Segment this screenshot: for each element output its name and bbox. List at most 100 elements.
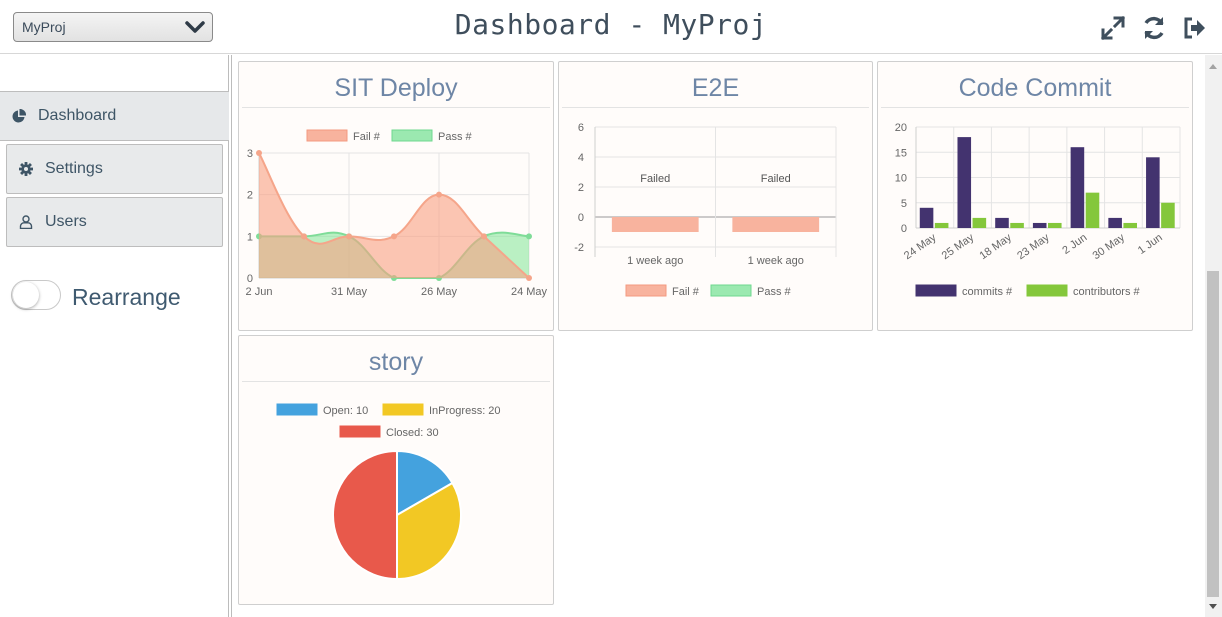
pie-slice-closed: [332, 449, 398, 581]
y-tick-label: 2: [247, 190, 253, 202]
rearrange-label: Rearrange: [72, 284, 181, 310]
bar-contributors: [1161, 202, 1175, 228]
x-tick-label: 2 Jun: [1060, 232, 1089, 257]
bar-contributors: [1085, 192, 1100, 228]
legend-fail-swatch: [625, 284, 667, 297]
y-tick-label: 1: [247, 231, 253, 243]
legend-inprogress-swatch: [382, 403, 424, 416]
legend-contributors-label: contributors #: [1073, 286, 1141, 298]
gear-icon: [19, 162, 33, 176]
bar-contributors: [1123, 222, 1137, 228]
data-point-fail: [391, 233, 397, 240]
y-tick-label: 6: [578, 122, 584, 134]
data-point-fail: [436, 191, 442, 198]
legend-open-label: Open: 10: [323, 405, 368, 417]
scroll-up-arrow[interactable]: [1209, 64, 1217, 69]
x-tick-label: 25 May: [940, 231, 977, 262]
bar-commits: [1146, 157, 1160, 228]
legend-commits-swatch: [915, 284, 957, 297]
sidebar-item-settings[interactable]: Settings: [6, 144, 223, 194]
vertical-scrollbar[interactable]: [1205, 55, 1222, 617]
legend-open-swatch: [276, 403, 318, 416]
legend-pass-label: Pass #: [757, 286, 792, 298]
sidebar-item-label: Settings: [45, 160, 103, 177]
y-tick-label: 3: [247, 148, 253, 160]
x-tick-label: 24 May: [902, 231, 939, 262]
sidebar-item-users[interactable]: Users: [6, 197, 223, 247]
x-tick-label: 24 May: [511, 286, 548, 298]
page-title: Dashboard - MyProj: [454, 8, 768, 41]
y-tick-label: 10: [895, 173, 907, 185]
user-icon: [19, 215, 33, 229]
sidebar-item-dashboard[interactable]: Dashboard: [0, 91, 229, 141]
y-tick-label: 20: [895, 122, 907, 134]
bar-commits: [1032, 222, 1047, 228]
e2e-chart: -2 0 2 4 6 1 week ago Failed 1 week ago Failed Fa…: [574, 122, 837, 298]
y-tick-label: 2: [578, 182, 584, 194]
sidebar: Dashboard Settings Users Rearrange: [0, 55, 229, 617]
scroll-thumb[interactable]: [1207, 271, 1219, 597]
y-tick-label: 0: [578, 212, 584, 224]
bar-fail: [732, 217, 820, 232]
rearrange-toggle[interactable]: [11, 280, 61, 310]
bar-fail: [611, 217, 699, 232]
y-tick-label: 15: [895, 147, 907, 159]
y-tick-label: 4: [578, 152, 584, 164]
bar-commits: [957, 137, 972, 228]
x-tick-label: 1 Jun: [1136, 232, 1165, 257]
top-header: MyProj Dashboard - MyProj: [0, 0, 1222, 54]
sidebar-divider: [231, 55, 232, 617]
legend-fail-label: Fail #: [353, 131, 381, 143]
x-tick-label: 18 May: [977, 231, 1014, 262]
legend-contributors-swatch: [1026, 284, 1068, 297]
legend-inprogress-label: InProgress: 20: [429, 405, 501, 417]
toggle-knob: [13, 282, 39, 308]
legend-closed-label: Closed: 30: [386, 427, 439, 439]
x-tick-label: 1 week ago: [627, 255, 683, 267]
legend-pass-swatch: [391, 129, 433, 142]
y-tick-label: -2: [574, 242, 584, 254]
data-label: Failed: [761, 173, 791, 185]
scroll-down-arrow[interactable]: [1209, 604, 1217, 609]
panel-sit-deploy[interactable]: SIT Deploy Fail # Pass #0 1 2 3 2 Jun 31 May 26…: [238, 61, 554, 331]
data-point-fail: [301, 233, 307, 240]
story-chart: Open: 10 InProgress: 20 Closed: 30: [276, 403, 501, 581]
x-tick-label: 26 May: [421, 286, 458, 298]
bar-contributors: [972, 217, 987, 228]
x-tick-label: 30 May: [1091, 231, 1128, 262]
legend-fail-swatch: [306, 129, 348, 142]
data-point-pass: [526, 233, 532, 240]
series-area-fail: [259, 153, 529, 278]
x-tick-label: 2 Jun: [246, 286, 273, 298]
legend-pass-swatch: [710, 284, 752, 297]
data-label: Failed: [640, 173, 670, 185]
panel-story[interactable]: story Open: 10 InProgress: 20 Closed: 30: [238, 335, 554, 605]
sidebar-item-label: Dashboard: [38, 107, 117, 124]
data-point-fail: [256, 150, 262, 156]
bar-commits: [919, 207, 934, 228]
panel-e2e[interactable]: E2E -2 0 2 4 6 1 week ago Failed 1 week ago Fail…: [558, 61, 873, 331]
legend-pass-label: Pass #: [438, 131, 473, 143]
legend-commits-label: commits #: [962, 286, 1013, 298]
sidebar-item-label: Users: [45, 213, 87, 230]
expand-icon[interactable]: [1100, 15, 1126, 41]
x-tick-label: 1 week ago: [748, 255, 804, 267]
data-point-fail: [526, 275, 532, 281]
refresh-icon[interactable]: [1141, 15, 1167, 41]
y-tick-label: 0: [247, 273, 253, 285]
legend-fail-label: Fail #: [672, 286, 700, 298]
y-tick-label: 5: [901, 198, 907, 210]
data-point-fail: [481, 233, 487, 240]
sit-deploy-chart: Fail # Pass # 0 1 2 3 2 Jun 31 May 26 May 24 May: [246, 129, 548, 298]
pie-chart-icon: [12, 109, 26, 123]
legend-closed-swatch: [339, 425, 381, 438]
y-tick-label: 0: [901, 223, 907, 235]
bar-commits: [1108, 217, 1122, 228]
bar-contributors: [1010, 222, 1024, 228]
x-tick-label: 23 May: [1015, 231, 1052, 262]
sign-out-icon[interactable]: [1182, 15, 1208, 41]
bar-contributors: [934, 222, 949, 228]
panel-code-commit[interactable]: Code Commit 0 5 10 15 20 24 May 25 May 18 May 23…: [877, 61, 1193, 331]
data-point-fail: [346, 233, 352, 240]
bar-contributors: [1047, 222, 1062, 228]
